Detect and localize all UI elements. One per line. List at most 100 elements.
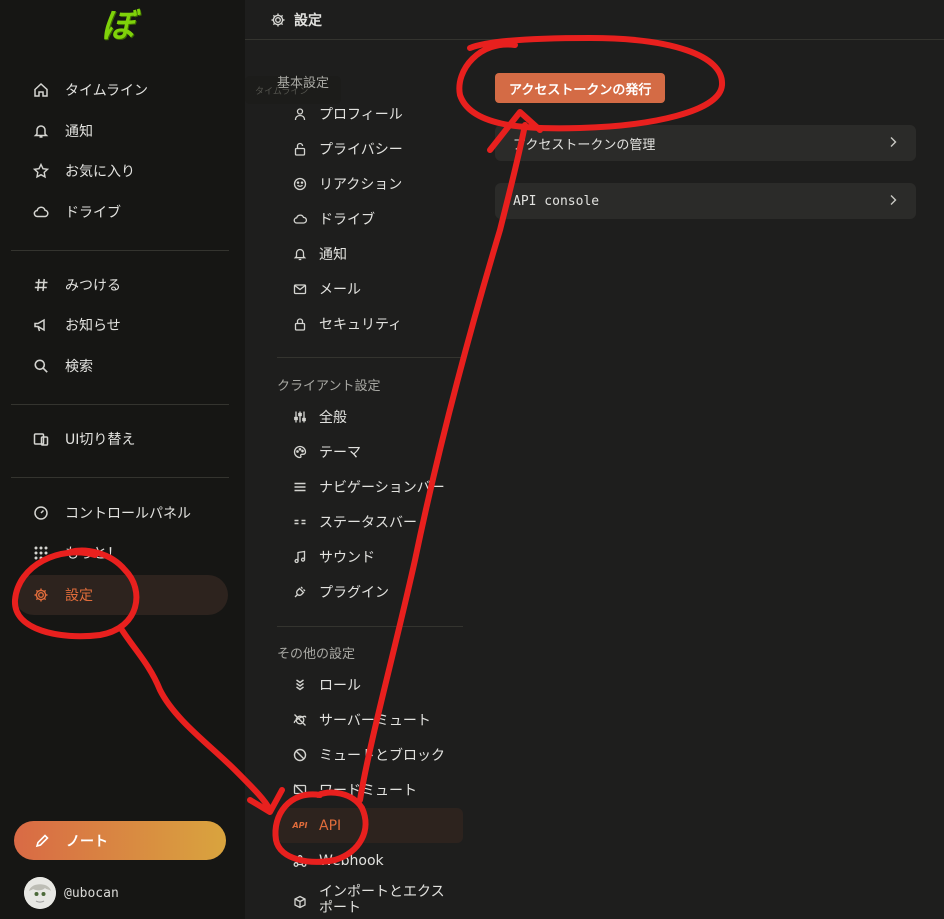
menu-item-server-mute[interactable]: サーバーミュート <box>277 702 463 737</box>
cloud-icon <box>292 211 308 227</box>
menu-label: 通知 <box>319 246 347 263</box>
nav-label: ドライブ <box>65 205 121 221</box>
menu-item-sound[interactable]: サウンド <box>277 539 463 574</box>
menu-label: 全般 <box>319 409 347 426</box>
menu-label: ワードミュート <box>319 782 417 799</box>
statusbar-icon <box>292 514 308 530</box>
menu-label: ミュートとブロック <box>319 747 445 764</box>
nav-item-ui-switch[interactable]: UI切り替え <box>14 419 228 459</box>
pencil-icon <box>35 833 49 847</box>
home-icon <box>32 81 50 99</box>
menu-item-webhook[interactable]: Webhook <box>277 843 463 878</box>
menu-label: プライバシー <box>319 141 403 158</box>
planet-off-icon <box>292 712 308 728</box>
section-label-client: クライアント設定 <box>277 379 381 394</box>
nav-item-more[interactable]: もっと！ <box>14 533 228 573</box>
nav-label: タイムライン <box>65 83 149 99</box>
cloud-icon <box>32 203 50 221</box>
menu-item-notifications[interactable]: 通知 <box>277 236 463 271</box>
api-console-link[interactable]: API console <box>495 183 916 219</box>
menu-label: リアクション <box>319 176 403 193</box>
menu-item-reaction[interactable]: リアクション <box>277 166 463 201</box>
megaphone-icon <box>32 316 50 334</box>
nav-item-drive[interactable]: ドライブ <box>14 192 228 232</box>
search-icon <box>32 357 50 375</box>
nav-label: お知らせ <box>65 318 121 334</box>
menu-label: プロフィール <box>319 106 403 123</box>
menu-item-plugins[interactable]: プラグイン <box>277 574 463 609</box>
nav-divider <box>11 250 229 251</box>
nav-item-favorites[interactable]: お気に入り <box>14 151 228 191</box>
nav-item-announcements[interactable]: お知らせ <box>14 305 228 345</box>
menu-item-security[interactable]: セキュリティ <box>277 306 463 341</box>
menu-label: API <box>319 817 342 834</box>
nav-item-settings[interactable]: 設定 <box>14 575 228 615</box>
package-icon <box>292 894 308 910</box>
devices-icon <box>32 430 50 448</box>
bell-icon <box>292 246 308 262</box>
nav-item-timeline[interactable]: タイムライン <box>14 70 228 110</box>
nav-label: 設定 <box>65 588 93 604</box>
menu-label: ロール <box>319 677 361 694</box>
nav-label: もっと！ <box>65 546 121 562</box>
menu-item-mute-block[interactable]: ミュートとブロック <box>277 737 463 772</box>
sidebar: ぼ タイムライン 通知 お気に入り ドライブ みつける お知らせ 検索 UI切り… <box>0 0 245 919</box>
lock-open-icon <box>292 141 308 157</box>
music-note-icon <box>292 549 308 565</box>
chevron-right-icon <box>890 137 897 147</box>
lock-icon <box>292 316 308 332</box>
menu-item-theme[interactable]: テーマ <box>277 434 463 469</box>
account-name: @ubocan <box>64 885 119 901</box>
nav-label: お気に入り <box>65 164 135 180</box>
palette-icon <box>292 444 308 460</box>
nav-item-control-panel[interactable]: コントロールパネル <box>14 493 228 533</box>
gear-icon <box>32 586 50 604</box>
menu-label: テーマ <box>319 444 361 461</box>
issue-access-token-button[interactable]: アクセストークンの発行 <box>495 73 666 103</box>
menu-item-drive[interactable]: ドライブ <box>277 201 463 236</box>
menu-label: セキュリティ <box>319 316 403 333</box>
instance-logo[interactable]: ぼ <box>96 4 140 48</box>
menu-label: ステータスバー <box>319 514 417 531</box>
menu-label: サウンド <box>319 549 375 566</box>
menu-item-word-mute[interactable]: ワードミュート <box>277 772 463 807</box>
menu-item-api[interactable]: API API <box>277 808 463 843</box>
dots-grid-icon <box>32 544 50 562</box>
nav-item-notifications[interactable]: 通知 <box>14 111 228 151</box>
link-label: API console <box>513 193 600 209</box>
manage-access-tokens-link[interactable]: アクセストークンの管理 <box>495 125 916 161</box>
menu-label: ドライブ <box>319 211 375 228</box>
menu-label: Webhook <box>319 852 384 869</box>
page-title: 設定 <box>294 12 322 29</box>
user-icon <box>292 106 308 122</box>
webhook-icon <box>292 853 308 869</box>
nav-label: UI切り替え <box>65 432 136 448</box>
menu-item-privacy[interactable]: プライバシー <box>277 131 463 166</box>
menu-item-profile[interactable]: プロフィール <box>277 96 463 131</box>
menu-item-statusbar[interactable]: ステータスバー <box>277 504 463 539</box>
message-off-icon <box>292 782 308 798</box>
post-note-label: ノート <box>66 833 108 850</box>
menu-item-navbar[interactable]: ナビゲーションバー <box>277 469 463 504</box>
nav-item-search[interactable]: 検索 <box>14 346 228 386</box>
account-button[interactable]: @ubocan <box>24 876 119 910</box>
section-label-other: その他の設定 <box>277 647 356 662</box>
menu-item-import-export[interactable]: インポートとエクスポート <box>277 884 463 919</box>
api-icon: API <box>292 821 308 830</box>
nav-divider <box>11 477 229 478</box>
bell-icon <box>32 122 50 140</box>
menu-item-roles[interactable]: ロール <box>277 667 463 702</box>
menu-label: プラグイン <box>319 584 389 601</box>
menu-item-email[interactable]: メール <box>277 271 463 306</box>
nav-item-explore[interactable]: みつける <box>14 265 228 305</box>
hash-icon <box>32 276 50 294</box>
avatar <box>24 877 56 909</box>
badges-icon <box>292 677 308 693</box>
menu-divider <box>277 626 463 627</box>
menu-item-general[interactable]: 全般 <box>277 399 463 434</box>
menu-label: サーバーミュート <box>319 712 431 729</box>
post-note-button[interactable]: ノート <box>14 821 226 860</box>
chevron-right-icon <box>890 195 897 205</box>
page-header: 設定 <box>245 0 944 40</box>
ban-icon <box>292 747 308 763</box>
